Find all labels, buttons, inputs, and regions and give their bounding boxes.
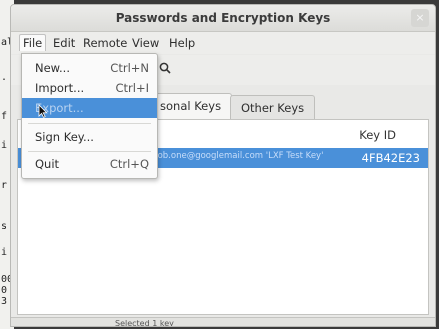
window-title: Passwords and Encryption Keys: [115, 11, 331, 25]
menu-view[interactable]: View: [129, 35, 162, 51]
terminal-line: 3: [1, 296, 8, 307]
menu-help[interactable]: Help: [166, 35, 198, 51]
close-icon[interactable]: ×: [411, 9, 429, 27]
menu-file[interactable]: File: [19, 34, 47, 51]
tab-personal-keys[interactable]: sonal Keys: [149, 93, 233, 119]
terminal-line: i: [1, 247, 8, 258]
key-name: mrob.one@googlemail.com 'LXF Test Key': [146, 151, 324, 161]
terminal-line: f: [1, 111, 8, 122]
terminal-line: i: [1, 140, 8, 151]
tab-other-keys[interactable]: Other Keys: [230, 95, 316, 119]
column-header-key-id[interactable]: Key ID: [359, 128, 396, 142]
menu-item-label: Import...: [35, 81, 85, 95]
menu-item-label: Sign Key...: [35, 130, 94, 144]
menu-separator: [28, 123, 151, 124]
menu-item-new[interactable]: New... Ctrl+N: [22, 58, 157, 78]
menu-item-label: New...: [35, 61, 70, 75]
menu-item-accel: Ctrl+I: [115, 81, 150, 95]
title-bar[interactable]: Passwords and Encryption Keys ×: [11, 5, 435, 32]
terminal-line: 0: [1, 285, 8, 296]
status-bar: Selected 1 key: [11, 317, 435, 327]
terminal-line: .: [1, 72, 8, 83]
terminal-line: r: [1, 180, 8, 191]
search-icon[interactable]: [159, 62, 171, 78]
menu-separator: [28, 151, 151, 152]
menu-bar: File Edit Remote View Help: [11, 32, 435, 54]
menu-item-sign-key[interactable]: Sign Key...: [22, 127, 157, 147]
menu-edit[interactable]: Edit: [50, 35, 78, 51]
menu-item-accel: Ctrl+N: [110, 61, 149, 75]
menu-item-quit[interactable]: Quit Ctrl+Q: [22, 154, 157, 174]
menu-remote[interactable]: Remote: [80, 35, 130, 51]
menu-item-accel: Ctrl+Q: [109, 157, 149, 171]
terminal-line: s: [1, 221, 8, 232]
key-id: 4FB42E23: [361, 151, 420, 165]
menu-item-import[interactable]: Import... Ctrl+I: [22, 78, 157, 98]
menu-item-label: Quit: [35, 157, 60, 171]
status-text: Selected 1 key: [115, 319, 174, 327]
